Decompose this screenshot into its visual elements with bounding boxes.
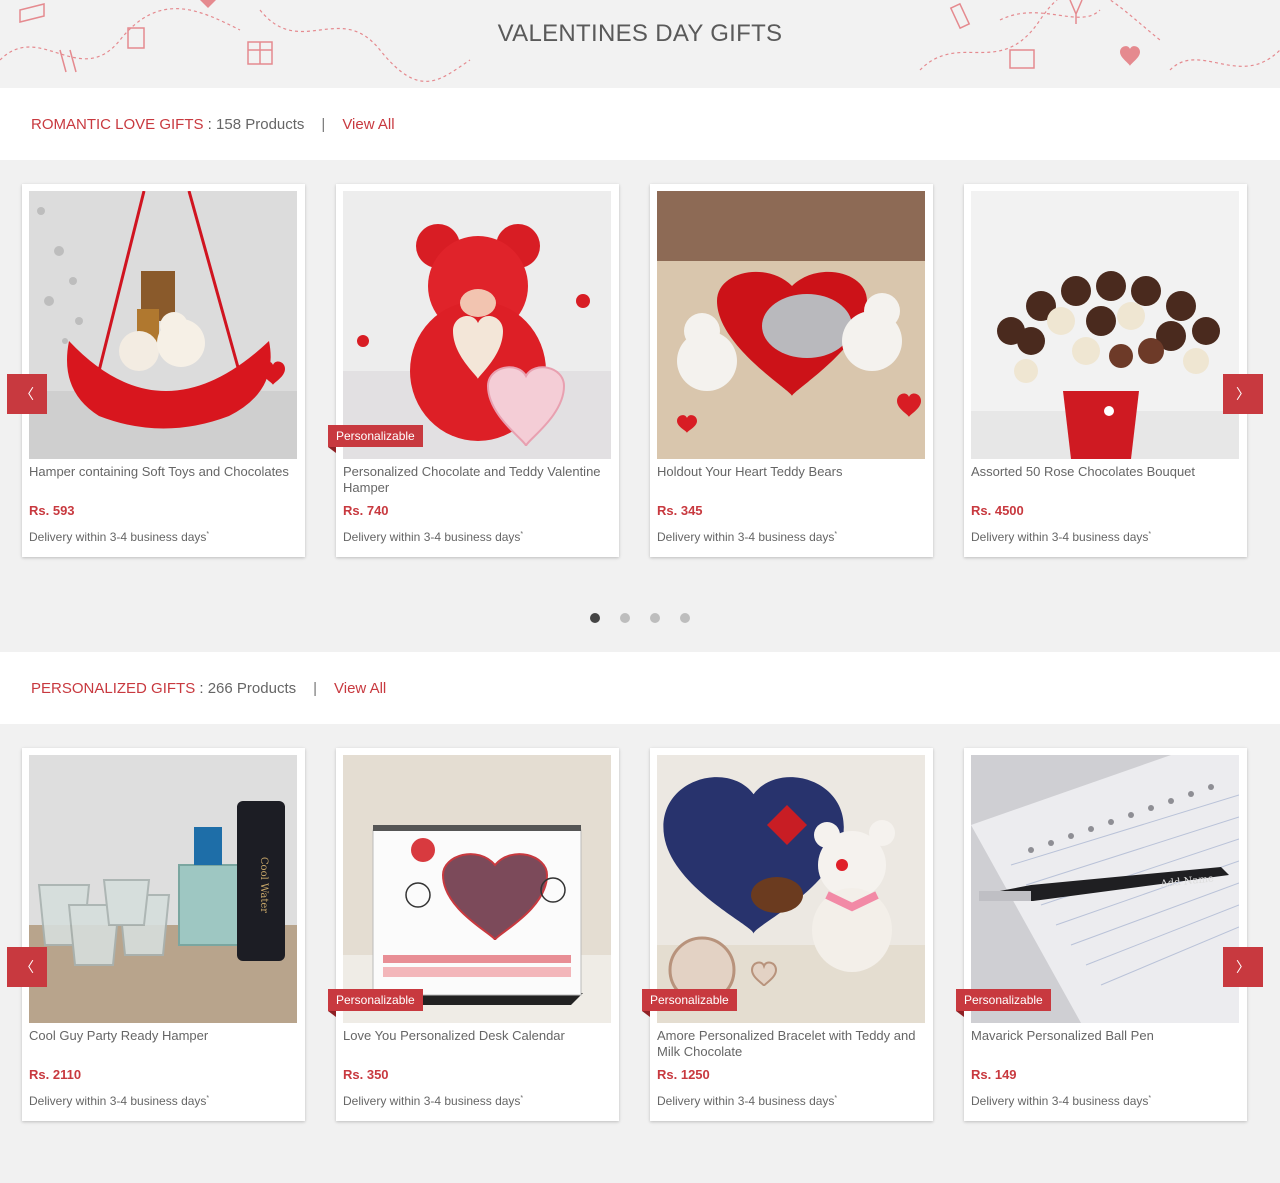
pagination-dot-1[interactable] <box>590 613 600 623</box>
delivery-info: Delivery within 3-4 business days* <box>29 1094 209 1108</box>
personalizable-badge: Personalizable <box>956 989 1051 1017</box>
product-card[interactable]: Cool Water Cool Guy Party Ready Hamper R… <box>22 748 305 1121</box>
delivery-info: Delivery within 3-4 business days* <box>29 530 209 544</box>
delivery-text: Delivery within 3-4 business days <box>657 1094 835 1108</box>
product-image[interactable] <box>657 755 925 1023</box>
asterisk: * <box>206 1095 210 1102</box>
delivery-text: Delivery within 3-4 business days <box>29 530 207 544</box>
section-title-separator: : <box>203 115 217 133</box>
personalizable-badge: Personalizable <box>328 989 423 1017</box>
product-card[interactable]: Personalizable Personalized Chocolate an… <box>328 184 619 557</box>
asterisk: * <box>520 1095 524 1102</box>
pagination-dot-4[interactable] <box>680 613 690 623</box>
product-count: 266 Products <box>207 679 297 697</box>
carousel-prev-button[interactable]: 〈 <box>7 947 47 987</box>
product-price: Rs. 1250 <box>657 1067 710 1082</box>
product-name[interactable]: Cool Guy Party Ready Hamper <box>29 1028 297 1044</box>
section-title: ROMANTIC LOVE GIFTS <box>31 115 204 133</box>
carousel-pagination <box>0 613 1280 623</box>
delivery-text: Delivery within 3-4 business days <box>343 1094 521 1108</box>
delivery-text: Delivery within 3-4 business days <box>971 530 1149 544</box>
delivery-info: Delivery within 3-4 business days* <box>657 1094 837 1108</box>
product-price: Rs. 350 <box>343 1067 389 1082</box>
asterisk: * <box>834 1095 838 1102</box>
product-name[interactable]: Personalized Chocolate and Teddy Valenti… <box>343 464 611 496</box>
section-title: PERSONALIZED GIFTS <box>31 679 196 697</box>
header-divider: | <box>313 679 318 697</box>
product-card[interactable]: Personalizable Love You Personalized Des… <box>328 748 619 1121</box>
product-image[interactable] <box>343 191 611 459</box>
view-all-link[interactable]: View All <box>342 116 394 133</box>
product-price: Rs. 740 <box>343 503 389 518</box>
product-name[interactable]: Love You Personalized Desk Calendar <box>343 1028 611 1044</box>
personalizable-badge: Personalizable <box>642 989 737 1017</box>
carousel-next-button[interactable]: 〉 <box>1223 947 1263 987</box>
asterisk: * <box>1148 531 1152 538</box>
product-price: Rs. 2110 <box>29 1067 82 1082</box>
product-card[interactable]: Hamper containing Soft Toys and Chocolat… <box>22 184 305 557</box>
product-card[interactable]: Assorted 50 Rose Chocolates Bouquet Rs. … <box>964 184 1247 557</box>
section-header-romantic-love-gifts: ROMANTIC LOVE GIFTS : 158 Products | Vie… <box>0 88 1280 160</box>
product-image[interactable]: Cool Water <box>29 755 297 1023</box>
product-price: Rs. 345 <box>657 503 703 518</box>
svg-text:Cool Water: Cool Water <box>258 857 269 913</box>
header-divider: | <box>321 115 326 133</box>
product-name[interactable]: Assorted 50 Rose Chocolates Bouquet <box>971 464 1239 480</box>
personalizable-badge: Personalizable <box>328 425 423 453</box>
product-card[interactable]: Add Name Personalizable Mavarick Persona… <box>956 748 1247 1121</box>
product-image[interactable] <box>971 191 1239 459</box>
view-all-link[interactable]: View All <box>334 680 386 697</box>
section-header-personalized-gifts: PERSONALIZED GIFTS : 266 Products | View… <box>0 652 1280 724</box>
product-image[interactable] <box>343 755 611 1023</box>
page-banner: VALENTINES DAY GIFTS <box>0 0 1280 88</box>
delivery-info: Delivery within 3-4 business days* <box>971 1094 1151 1108</box>
product-card[interactable]: Holdout Your Heart Teddy Bears Rs. 345 D… <box>650 184 933 557</box>
product-name[interactable]: Hamper containing Soft Toys and Chocolat… <box>29 464 297 480</box>
product-name[interactable]: Holdout Your Heart Teddy Bears <box>657 464 925 480</box>
carousel-prev-button[interactable]: 〈 <box>7 374 47 414</box>
product-image[interactable] <box>29 191 297 459</box>
product-price: Rs. 593 <box>29 503 75 518</box>
delivery-info: Delivery within 3-4 business days* <box>657 530 837 544</box>
product-image[interactable]: Add Name <box>971 755 1239 1023</box>
pagination-dot-2[interactable] <box>620 613 630 623</box>
product-name[interactable]: Amore Personalized Bracelet with Teddy a… <box>657 1028 925 1060</box>
delivery-info: Delivery within 3-4 business days* <box>971 530 1151 544</box>
product-carousel-personalized: Cool Water Cool Guy Party Ready Hamper R… <box>0 748 1280 1122</box>
product-price: Rs. 4500 <box>971 503 1024 518</box>
delivery-text: Delivery within 3-4 business days <box>29 1094 207 1108</box>
section-title-separator: : <box>195 679 208 697</box>
delivery-text: Delivery within 3-4 business days <box>971 1094 1149 1108</box>
product-carousel-romantic: Hamper containing Soft Toys and Chocolat… <box>0 184 1280 557</box>
product-name[interactable]: Mavarick Personalized Ball Pen <box>971 1028 1239 1044</box>
product-price: Rs. 149 <box>971 1067 1017 1082</box>
asterisk: * <box>1148 1095 1152 1102</box>
product-image[interactable] <box>657 191 925 459</box>
asterisk: * <box>206 531 210 538</box>
delivery-info: Delivery within 3-4 business days* <box>343 1094 523 1108</box>
page-title: VALENTINES DAY GIFTS <box>497 20 783 47</box>
product-count: 158 Products <box>216 115 305 133</box>
pagination-dot-3[interactable] <box>650 613 660 623</box>
delivery-info: Delivery within 3-4 business days* <box>343 530 523 544</box>
delivery-text: Delivery within 3-4 business days <box>343 530 521 544</box>
asterisk: * <box>834 531 838 538</box>
delivery-text: Delivery within 3-4 business days <box>657 530 835 544</box>
carousel-next-button[interactable]: 〉 <box>1223 374 1263 414</box>
product-card[interactable]: Personalizable Amore Personalized Bracel… <box>642 748 933 1121</box>
asterisk: * <box>520 531 524 538</box>
